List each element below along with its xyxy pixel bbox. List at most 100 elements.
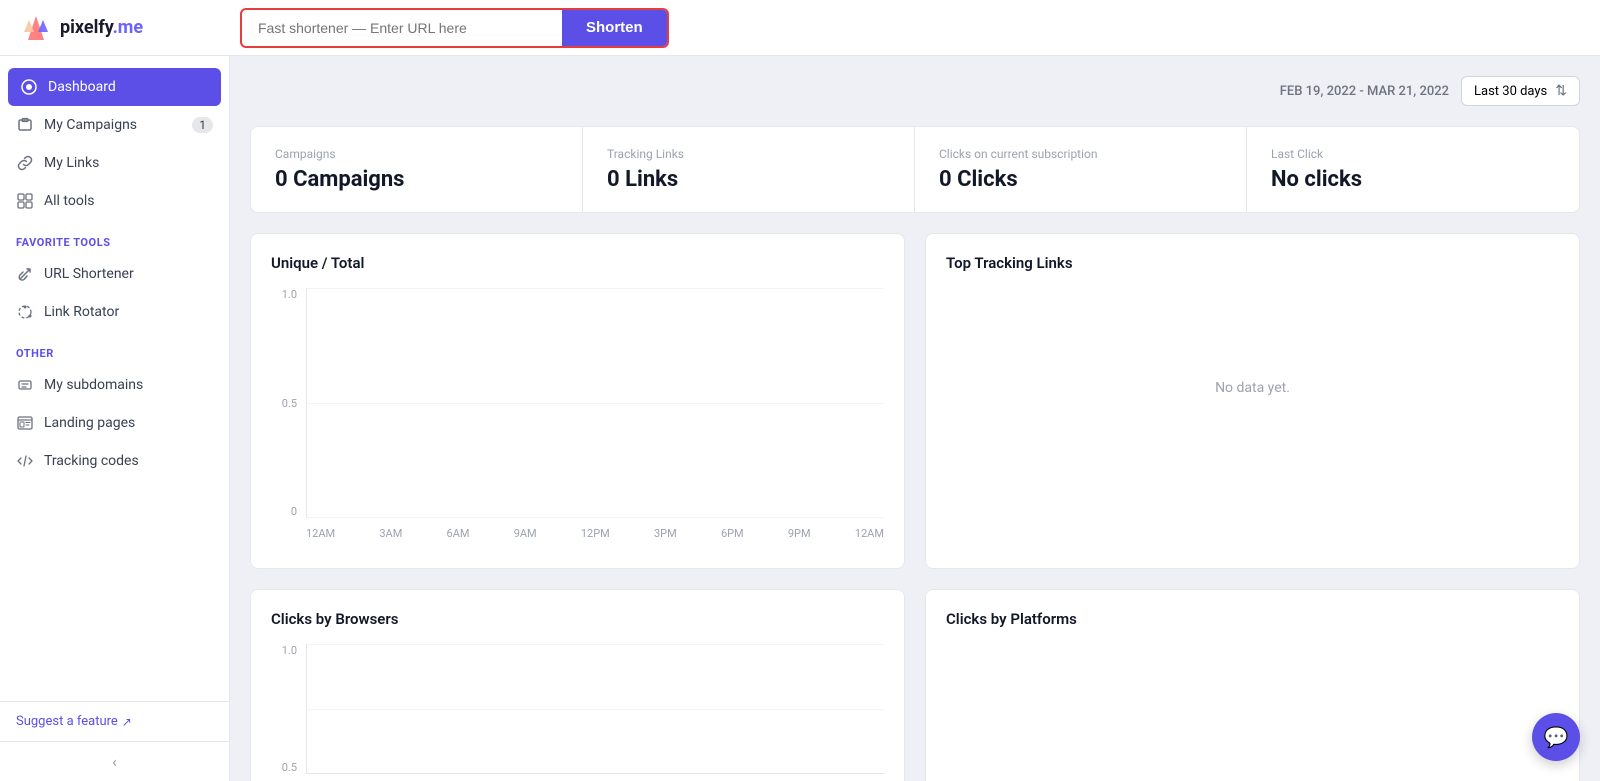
date-range-selector[interactable]: Last 30 days ⇅ bbox=[1461, 76, 1580, 106]
unique-total-chart-card: Unique / Total 1.0 0.5 0 bbox=[250, 233, 905, 569]
x-label-9am: 9AM bbox=[514, 527, 537, 540]
x-label-12am-start: 12AM bbox=[306, 527, 335, 540]
x-axis: 12AM 3AM 6AM 9AM 12PM 3PM 6PM 9PM 12AM bbox=[306, 518, 884, 548]
grid-line-mid bbox=[307, 403, 884, 404]
stat-last-click-label: Last Click bbox=[1271, 147, 1555, 161]
stat-links-value: 0 Links bbox=[607, 167, 890, 192]
logo-text: pixelfy.me bbox=[60, 17, 143, 38]
external-link-icon: ↗ bbox=[122, 715, 132, 729]
browsers-grid-mid bbox=[307, 709, 884, 710]
y-label-1: 1.0 bbox=[282, 288, 301, 301]
stat-last-click-value: No clicks bbox=[1271, 167, 1555, 192]
url-input[interactable] bbox=[242, 20, 562, 36]
charts-grid: Unique / Total 1.0 0.5 0 bbox=[250, 233, 1580, 569]
landing-pages-label: Landing pages bbox=[44, 415, 135, 431]
browsers-chart-container: 1.0 0.5 bbox=[271, 644, 884, 781]
url-shortener-icon bbox=[16, 265, 34, 283]
browsers-y-axis: 1.0 0.5 bbox=[271, 644, 301, 774]
unique-total-chart-container: 1.0 0.5 0 12AM 3AM 6AM bbox=[271, 288, 884, 548]
clicks-by-platforms-title: Clicks by Platforms bbox=[946, 610, 1559, 628]
chart-plot-area bbox=[306, 288, 884, 518]
sidebar-nav: Dashboard My Campaigns 1 bbox=[0, 56, 229, 701]
x-label-3pm: 3PM bbox=[654, 527, 677, 540]
sidebar-item-all-tools[interactable]: All tools bbox=[0, 182, 229, 220]
suggest-feature-label: Suggest a feature bbox=[16, 714, 118, 729]
x-label-3am: 3AM bbox=[379, 527, 402, 540]
chat-bubble-button[interactable]: 💬 bbox=[1532, 713, 1580, 761]
stat-links-label: Tracking Links bbox=[607, 147, 890, 161]
landing-pages-icon bbox=[16, 414, 34, 432]
grid-line-top bbox=[307, 288, 884, 289]
url-shortener-label: URL Shortener bbox=[44, 266, 134, 282]
campaigns-icon bbox=[16, 116, 34, 134]
url-shortener-bar: Shorten bbox=[240, 8, 669, 48]
no-data-message: No data yet. bbox=[946, 288, 1559, 488]
y-label-05: 0.5 bbox=[282, 397, 301, 410]
other-section-label: OTHER bbox=[0, 331, 229, 366]
stat-links: Tracking Links 0 Links bbox=[583, 127, 915, 212]
content-header: FEB 19, 2022 - MAR 21, 2022 Last 30 days… bbox=[250, 76, 1580, 106]
stat-clicks: Clicks on current subscription 0 Clicks bbox=[915, 127, 1247, 212]
clicks-by-platforms-card: Clicks by Platforms bbox=[925, 589, 1580, 781]
main-layout: Dashboard My Campaigns 1 bbox=[0, 56, 1600, 781]
stats-row: Campaigns 0 Campaigns Tracking Links 0 L… bbox=[250, 126, 1580, 213]
sidebar: Dashboard My Campaigns 1 bbox=[0, 56, 230, 781]
clicks-by-browsers-card: Clicks by Browsers 1.0 0.5 bbox=[250, 589, 905, 781]
sidebar-item-dashboard[interactable]: Dashboard bbox=[8, 68, 221, 106]
sidebar-item-landing-pages[interactable]: Landing pages bbox=[0, 404, 229, 442]
logo-icon bbox=[20, 12, 52, 44]
unique-total-chart-title: Unique / Total bbox=[271, 254, 884, 272]
sidebar-collapse-button[interactable]: ‹ bbox=[0, 741, 229, 781]
chevron-up-down-icon: ⇅ bbox=[1555, 83, 1567, 99]
browsers-y-1: 1.0 bbox=[282, 644, 301, 657]
browsers-plot bbox=[306, 644, 884, 774]
sidebar-item-subdomains[interactable]: My subdomains bbox=[0, 366, 229, 404]
dashboard-label: Dashboard bbox=[48, 79, 116, 95]
campaigns-label: My Campaigns bbox=[44, 117, 137, 133]
subdomains-icon bbox=[16, 376, 34, 394]
browsers-y-05: 0.5 bbox=[282, 761, 301, 774]
clicks-by-browsers-title: Clicks by Browsers bbox=[271, 610, 884, 628]
link-rotator-label: Link Rotator bbox=[44, 304, 119, 320]
stat-campaigns-value: 0 Campaigns bbox=[275, 167, 558, 192]
favorite-tools-section-label: FAVORITE TOOLS bbox=[0, 220, 229, 255]
logo-area: pixelfy.me bbox=[20, 12, 240, 44]
y-label-0: 0 bbox=[291, 505, 301, 518]
sidebar-footer: Suggest a feature ↗ bbox=[0, 701, 229, 741]
campaigns-badge: 1 bbox=[192, 117, 213, 133]
x-label-6am: 6AM bbox=[447, 527, 470, 540]
shorten-button[interactable]: Shorten bbox=[562, 8, 667, 48]
sidebar-item-tracking-codes[interactable]: Tracking codes bbox=[0, 442, 229, 480]
chat-icon: 💬 bbox=[1544, 725, 1569, 749]
y-axis: 1.0 0.5 0 bbox=[271, 288, 301, 518]
suggest-feature-link[interactable]: Suggest a feature ↗ bbox=[16, 714, 213, 729]
sidebar-item-campaigns[interactable]: My Campaigns 1 bbox=[0, 106, 229, 144]
x-label-12pm: 12PM bbox=[581, 527, 610, 540]
sidebar-item-url-shortener[interactable]: URL Shortener bbox=[0, 255, 229, 293]
date-selector-label: Last 30 days bbox=[1474, 84, 1547, 99]
x-label-6pm: 6PM bbox=[721, 527, 744, 540]
stat-campaigns-label: Campaigns bbox=[275, 147, 558, 161]
link-rotator-icon bbox=[16, 303, 34, 321]
dashboard-icon bbox=[20, 78, 38, 96]
chevron-left-icon: ‹ bbox=[112, 752, 117, 771]
links-label: My Links bbox=[44, 155, 99, 171]
sidebar-item-links[interactable]: My Links bbox=[0, 144, 229, 182]
subdomains-label: My subdomains bbox=[44, 377, 143, 393]
tracking-codes-label: Tracking codes bbox=[44, 453, 139, 469]
tracking-codes-icon bbox=[16, 452, 34, 470]
links-icon bbox=[16, 154, 34, 172]
bottom-charts: Clicks by Browsers 1.0 0.5 Clicks by Pla… bbox=[250, 589, 1580, 781]
stat-clicks-value: 0 Clicks bbox=[939, 167, 1222, 192]
date-range-text: FEB 19, 2022 - MAR 21, 2022 bbox=[1280, 84, 1449, 99]
top-tracking-links-title: Top Tracking Links bbox=[946, 254, 1559, 272]
all-tools-icon bbox=[16, 192, 34, 210]
sidebar-item-link-rotator[interactable]: Link Rotator bbox=[0, 293, 229, 331]
all-tools-label: All tools bbox=[44, 193, 94, 209]
stat-last-click: Last Click No clicks bbox=[1247, 127, 1579, 212]
x-label-12am-end: 12AM bbox=[855, 527, 884, 540]
stat-clicks-label: Clicks on current subscription bbox=[939, 147, 1222, 161]
browsers-grid-top bbox=[307, 644, 884, 645]
top-tracking-links-card: Top Tracking Links No data yet. bbox=[925, 233, 1580, 569]
x-label-9pm: 9PM bbox=[788, 527, 811, 540]
